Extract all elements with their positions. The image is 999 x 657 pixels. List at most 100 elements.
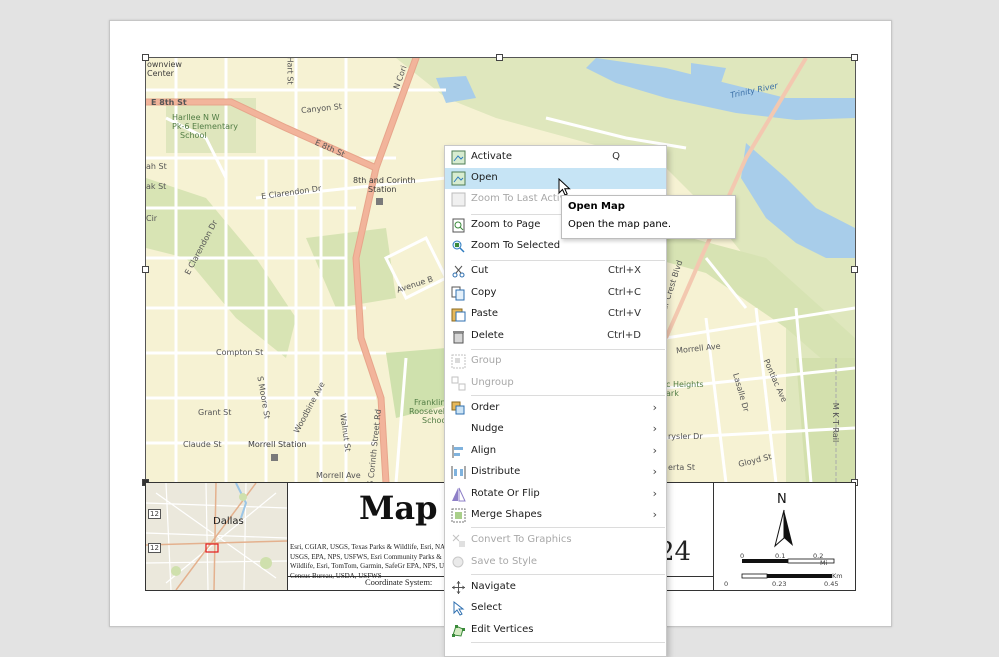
inset-map-basemap bbox=[146, 483, 287, 590]
scale-mi-0: 0 bbox=[740, 552, 745, 560]
distribute-icon bbox=[451, 466, 466, 479]
ungroup-icon bbox=[451, 376, 466, 391]
submenu-arrow-icon: › bbox=[652, 487, 657, 500]
menu-item-distribute[interactable]: Distribute › bbox=[445, 462, 666, 483]
tooltip-title: Open Map bbox=[568, 201, 625, 212]
scissors-icon bbox=[452, 265, 465, 278]
menu-item-navigate[interactable]: Navigate bbox=[445, 577, 666, 598]
map-label-ah: ah St bbox=[146, 162, 167, 171]
tooltip: Open Map Open the map pane. bbox=[561, 195, 736, 239]
map-label-franklin-1: Franklin bbox=[414, 398, 446, 407]
menu-item-save-to-style[interactable]: Save to Style bbox=[445, 552, 666, 573]
map-label-claude: Claude St bbox=[183, 440, 222, 449]
paste-icon bbox=[451, 308, 466, 322]
rotate-flip-icon bbox=[452, 487, 466, 502]
menu-item-label: Zoom to Page bbox=[471, 219, 541, 230]
submenu-arrow-icon: › bbox=[652, 465, 657, 478]
zoom-to-page-icon bbox=[452, 218, 465, 233]
map-label-e8th-west: E 8th St bbox=[151, 98, 187, 107]
edit-vertices-icon bbox=[452, 625, 465, 637]
menu-item-label: Open bbox=[471, 172, 498, 183]
inset-map[interactable]: Dallas 12 12 bbox=[146, 483, 288, 590]
menu-item-cut[interactable]: Cut Ctrl+X bbox=[445, 261, 666, 282]
menu-separator bbox=[471, 574, 665, 575]
menu-item-label: Activate bbox=[471, 151, 512, 162]
map-label-station-2: Station bbox=[368, 185, 397, 194]
menu-item-label: Navigate bbox=[471, 581, 516, 592]
map-label-heights-1: c Heights bbox=[666, 380, 704, 389]
north-letter: N bbox=[777, 492, 787, 507]
menu-separator bbox=[471, 642, 665, 643]
submenu-arrow-icon: › bbox=[652, 401, 657, 414]
map-label-school-3: School bbox=[180, 131, 207, 140]
menu-item-label: Group bbox=[471, 355, 502, 366]
submenu-arrow-icon: › bbox=[652, 508, 657, 521]
menu-item-order[interactable]: Order › bbox=[445, 398, 666, 419]
map-label-franklin-2: Roosevelt bbox=[409, 407, 449, 416]
map-label-town-2: Center bbox=[147, 69, 174, 78]
activate-map-icon bbox=[451, 150, 466, 165]
map-label-heights-2: ark bbox=[666, 389, 679, 398]
menu-item-delete[interactable]: Delete Ctrl+D bbox=[445, 326, 666, 347]
menu-item-shortcut: Ctrl+X bbox=[607, 265, 641, 276]
save-style-icon bbox=[452, 556, 464, 568]
menu-item-ungroup[interactable]: Ungroup bbox=[445, 373, 666, 394]
zoom-to-selected-icon bbox=[452, 240, 465, 253]
map-label-ak: ak St bbox=[146, 182, 167, 191]
menu-item-label: Merge Shapes bbox=[471, 509, 542, 520]
menu-item-shortcut: Ctrl+C bbox=[607, 287, 641, 298]
order-icon bbox=[451, 401, 465, 415]
navigate-icon bbox=[452, 581, 465, 594]
menu-item-convert-to-graphics[interactable]: Convert To Graphics bbox=[445, 530, 666, 551]
select-icon bbox=[453, 601, 465, 616]
coordinate-system-text: Coordinate System: bbox=[365, 577, 433, 587]
menu-item-label: Cut bbox=[471, 265, 489, 276]
menu-item-activate[interactable]: Activate Q bbox=[445, 147, 666, 168]
menu-item-label: Distribute bbox=[471, 466, 521, 477]
menu-item-label: Nudge bbox=[471, 423, 504, 434]
menu-item-paste[interactable]: Paste Ctrl+V bbox=[445, 304, 666, 325]
menu-separator bbox=[471, 527, 665, 528]
resize-handle-ne[interactable] bbox=[851, 54, 858, 61]
menu-item-label: Order bbox=[471, 402, 500, 413]
north-arrow-box[interactable]: N 0 0.1 0.2 Mi 0 0.23 0.45 Km bbox=[713, 483, 856, 590]
convert-graphics-icon bbox=[452, 534, 465, 547]
menu-item-label: Align bbox=[471, 445, 497, 456]
resize-handle-w[interactable] bbox=[142, 266, 149, 273]
map-label-station-1: 8th and Corinth bbox=[353, 176, 416, 185]
menu-separator bbox=[471, 395, 665, 396]
map-label-cir: Cir bbox=[146, 214, 158, 223]
map-label-morrell-ave: Morrell Ave bbox=[316, 471, 361, 480]
menu-item-label: Zoom To Selected bbox=[471, 240, 561, 251]
map-label-hart: Hart St bbox=[285, 57, 295, 85]
align-icon bbox=[452, 445, 463, 458]
merge-shapes-icon bbox=[451, 508, 466, 523]
menu-item-label: Ungroup bbox=[471, 377, 514, 388]
open-map-icon bbox=[451, 171, 466, 186]
map-label-rysler: rysler Dr bbox=[668, 432, 703, 441]
resize-handle-n[interactable] bbox=[496, 54, 503, 61]
menu-item-select[interactable]: Select bbox=[445, 598, 666, 619]
menu-item-group[interactable]: Group bbox=[445, 351, 666, 372]
map-label-town-1: ownview bbox=[147, 60, 182, 69]
map-label-mkt: M K T Rail bbox=[831, 402, 841, 443]
menu-item-label: Paste bbox=[471, 308, 498, 319]
menu-item-merge-shapes[interactable]: Merge Shapes › bbox=[445, 505, 666, 526]
scale-km-2: 0.45 bbox=[824, 580, 839, 588]
inset-highway-shield-2: 12 bbox=[148, 543, 161, 553]
menu-item-nudge[interactable]: Nudge › bbox=[445, 419, 666, 440]
map-label-school-2: Pk-6 Elementary bbox=[172, 122, 239, 131]
scale-km-0: 0 bbox=[724, 580, 729, 588]
menu-item-edit-vertices[interactable]: Edit Vertices bbox=[445, 620, 666, 641]
menu-item-rotate-or-flip[interactable]: Rotate Or Flip › bbox=[445, 484, 666, 505]
menu-item-label: Select bbox=[471, 602, 502, 613]
menu-item-align[interactable]: Align › bbox=[445, 441, 666, 462]
menu-item-open[interactable]: Open bbox=[445, 168, 666, 189]
resize-handle-e[interactable] bbox=[851, 266, 858, 273]
zoom-last-active-icon bbox=[451, 192, 466, 207]
menu-item-copy[interactable]: Copy Ctrl+C bbox=[445, 283, 666, 304]
menu-item-label: Delete bbox=[471, 330, 504, 341]
menu-item-zoom-to-selected[interactable]: Zoom To Selected bbox=[445, 236, 666, 257]
menu-item-shortcut: Ctrl+D bbox=[607, 330, 641, 341]
resize-handle-nw[interactable] bbox=[142, 54, 149, 61]
